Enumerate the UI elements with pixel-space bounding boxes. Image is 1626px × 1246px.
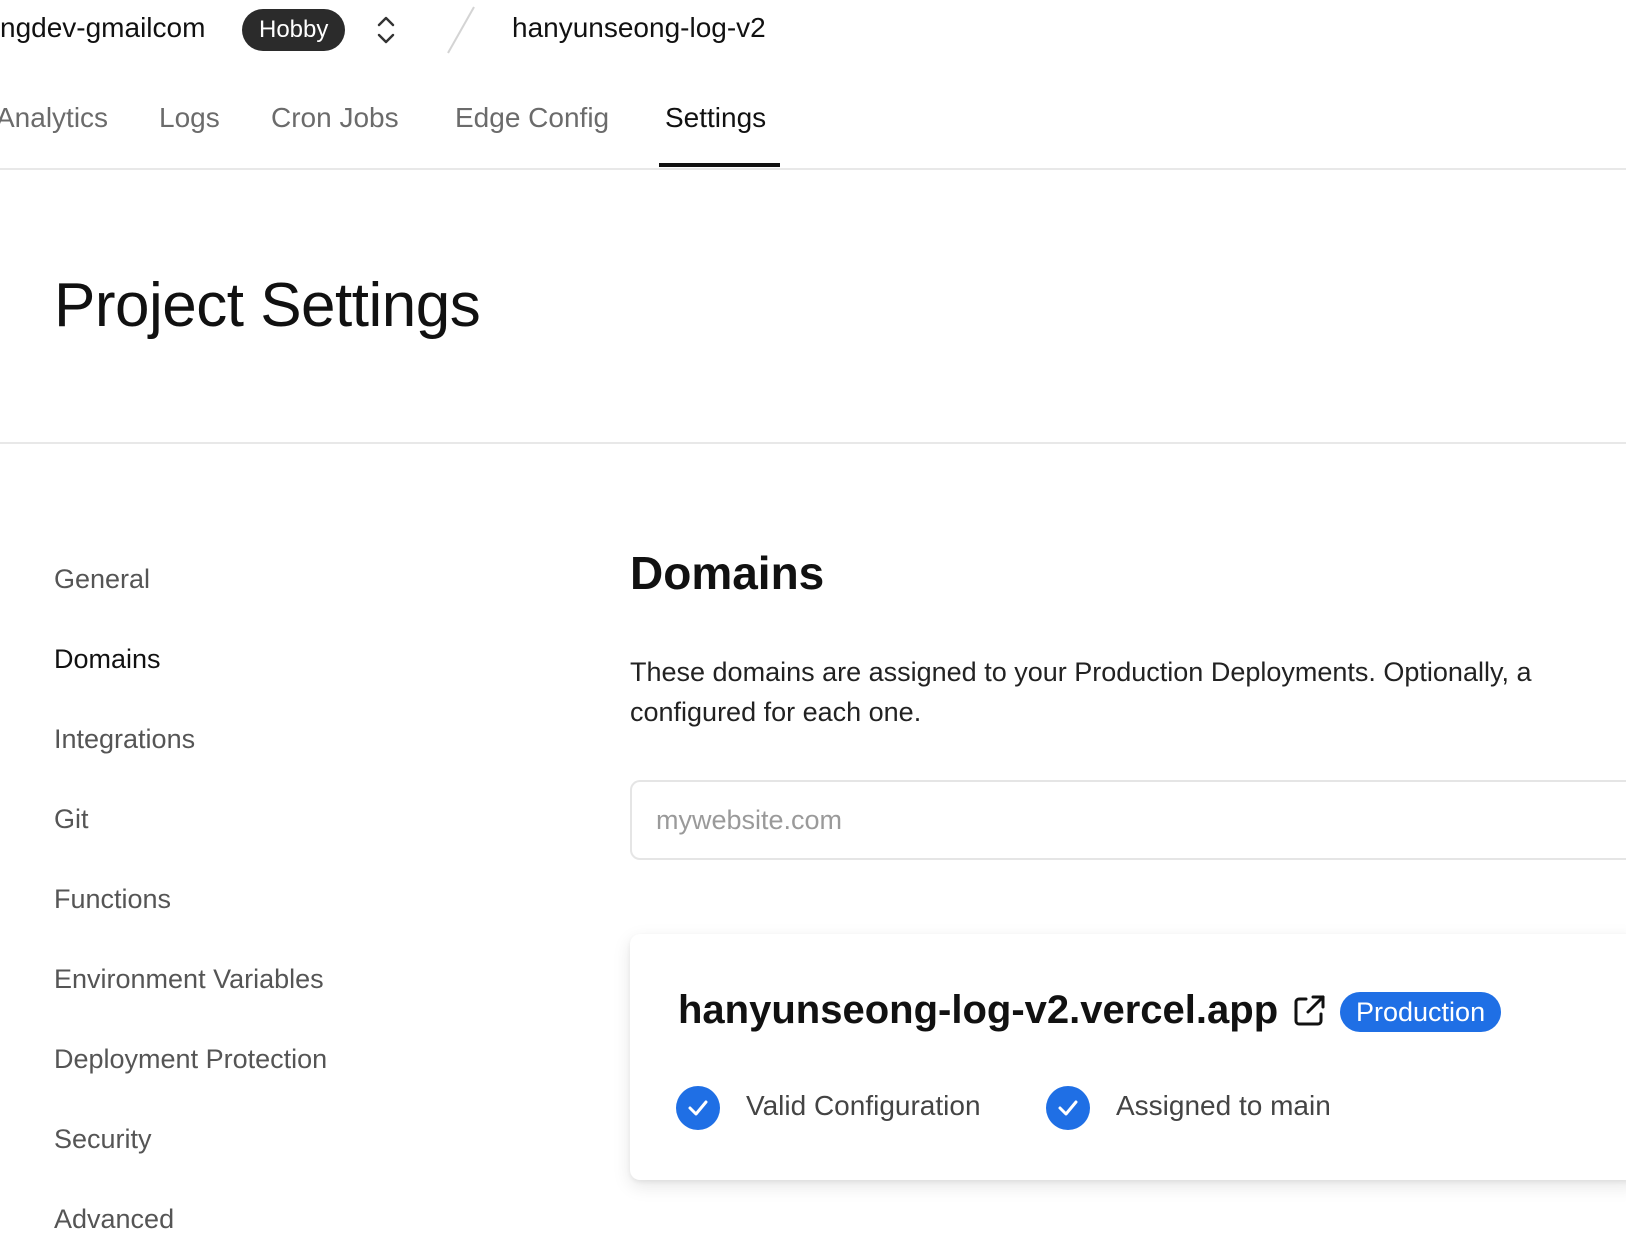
domain-link[interactable]: hanyunseong-log-v2.vercel.app bbox=[678, 988, 1278, 1033]
sidebar-item-advanced[interactable]: Advanced bbox=[54, 1204, 174, 1235]
external-link-icon[interactable] bbox=[1290, 992, 1328, 1030]
section-title: Domains bbox=[630, 547, 825, 599]
section-description: These domains are assigned to your Produ… bbox=[630, 657, 1532, 727]
page-header: Project Settings bbox=[0, 170, 1626, 444]
plan-badge: Hobby bbox=[242, 9, 346, 51]
tab-settings[interactable]: Settings bbox=[665, 102, 766, 134]
domain-input[interactable] bbox=[630, 780, 1626, 860]
sidebar-item-environment-variables[interactable]: Environment Variables bbox=[54, 964, 324, 995]
sidebar-item-general[interactable]: General bbox=[54, 564, 150, 595]
slash-separator-icon bbox=[444, 4, 478, 56]
domain-card: hanyunseong-log-v2.vercel.app Production… bbox=[630, 934, 1626, 1180]
project-name[interactable]: hanyunseong-log-v2 bbox=[512, 12, 766, 44]
sidebar-item-domains[interactable]: Domains bbox=[54, 644, 161, 675]
sidebar-item-git[interactable]: Git bbox=[54, 804, 89, 835]
team-name[interactable]: ngdev-gmailcom bbox=[0, 12, 205, 44]
tab-edge-config[interactable]: Edge Config bbox=[455, 102, 609, 134]
tab-bar: Analytics Logs Cron Jobs Edge Config Set… bbox=[0, 62, 1626, 170]
production-badge: Production bbox=[1340, 992, 1502, 1032]
active-tab-indicator bbox=[659, 163, 780, 167]
sidebar-item-security[interactable]: Security bbox=[54, 1124, 152, 1155]
tab-logs[interactable]: Logs bbox=[159, 102, 220, 134]
tab-cron-jobs[interactable]: Cron Jobs bbox=[271, 102, 399, 134]
top-bar: ngdev-gmailcom Hobby hanyunseong-log-v2 bbox=[0, 0, 1626, 62]
chevron-up-down-icon[interactable] bbox=[374, 12, 398, 48]
status-valid-configuration: Valid Configuration bbox=[746, 1090, 981, 1121]
check-circle-icon bbox=[1046, 1086, 1090, 1130]
sidebar-item-functions[interactable]: Functions bbox=[54, 884, 171, 915]
sidebar-item-deployment-protection[interactable]: Deployment Protection bbox=[54, 1044, 327, 1075]
tab-analytics[interactable]: Analytics bbox=[0, 102, 108, 134]
page-title: Project Settings bbox=[54, 271, 481, 340]
status-assigned-to-branch: Assigned to main bbox=[1116, 1090, 1331, 1121]
sidebar-item-integrations[interactable]: Integrations bbox=[54, 724, 195, 755]
check-circle-icon bbox=[676, 1086, 720, 1130]
